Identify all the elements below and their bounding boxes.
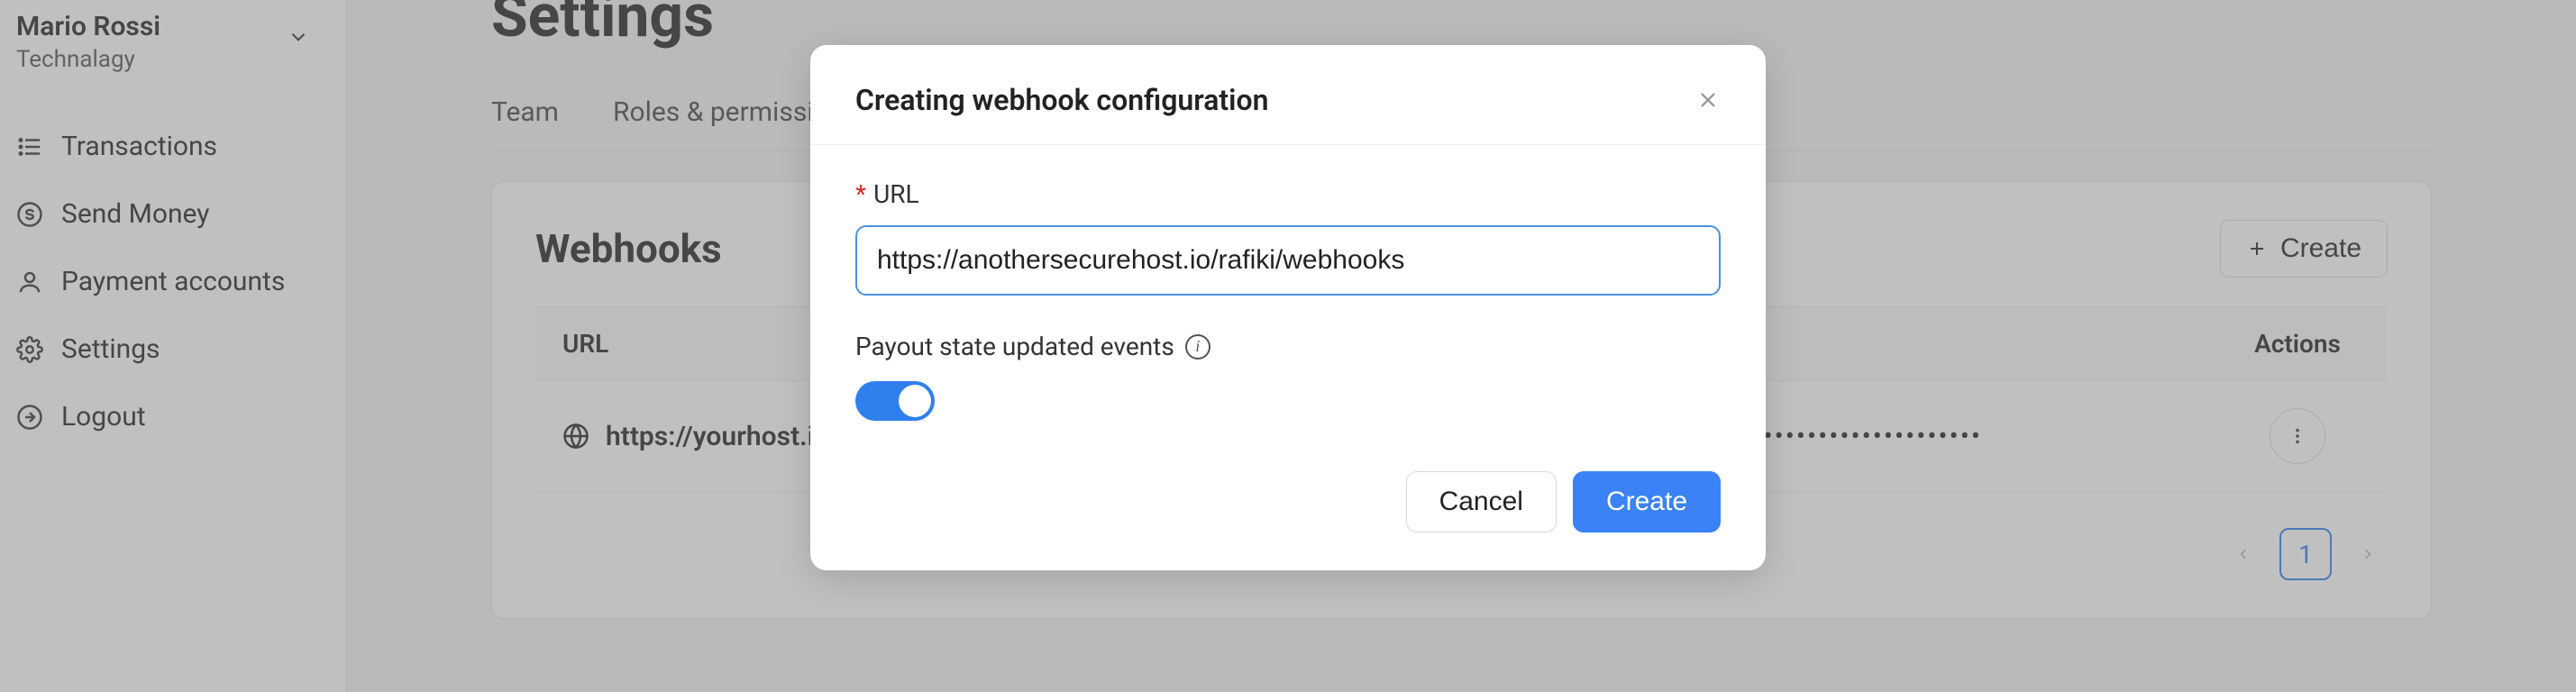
create-webhook-modal: Creating webhook configuration * URL Pay… bbox=[810, 45, 1766, 570]
modal-close-button[interactable] bbox=[1695, 87, 1721, 113]
create-button[interactable]: Create bbox=[1573, 471, 1721, 533]
payout-events-label: Payout state updated events i bbox=[855, 332, 1210, 361]
url-input[interactable] bbox=[855, 225, 1721, 296]
url-label: * URL bbox=[855, 179, 919, 209]
info-icon[interactable]: i bbox=[1185, 334, 1210, 360]
required-asterisk: * bbox=[855, 179, 866, 209]
cancel-button[interactable]: Cancel bbox=[1406, 471, 1557, 533]
modal-title: Creating webhook configuration bbox=[855, 83, 1268, 117]
payout-events-toggle[interactable] bbox=[855, 381, 935, 421]
toggle-handle bbox=[899, 385, 931, 417]
